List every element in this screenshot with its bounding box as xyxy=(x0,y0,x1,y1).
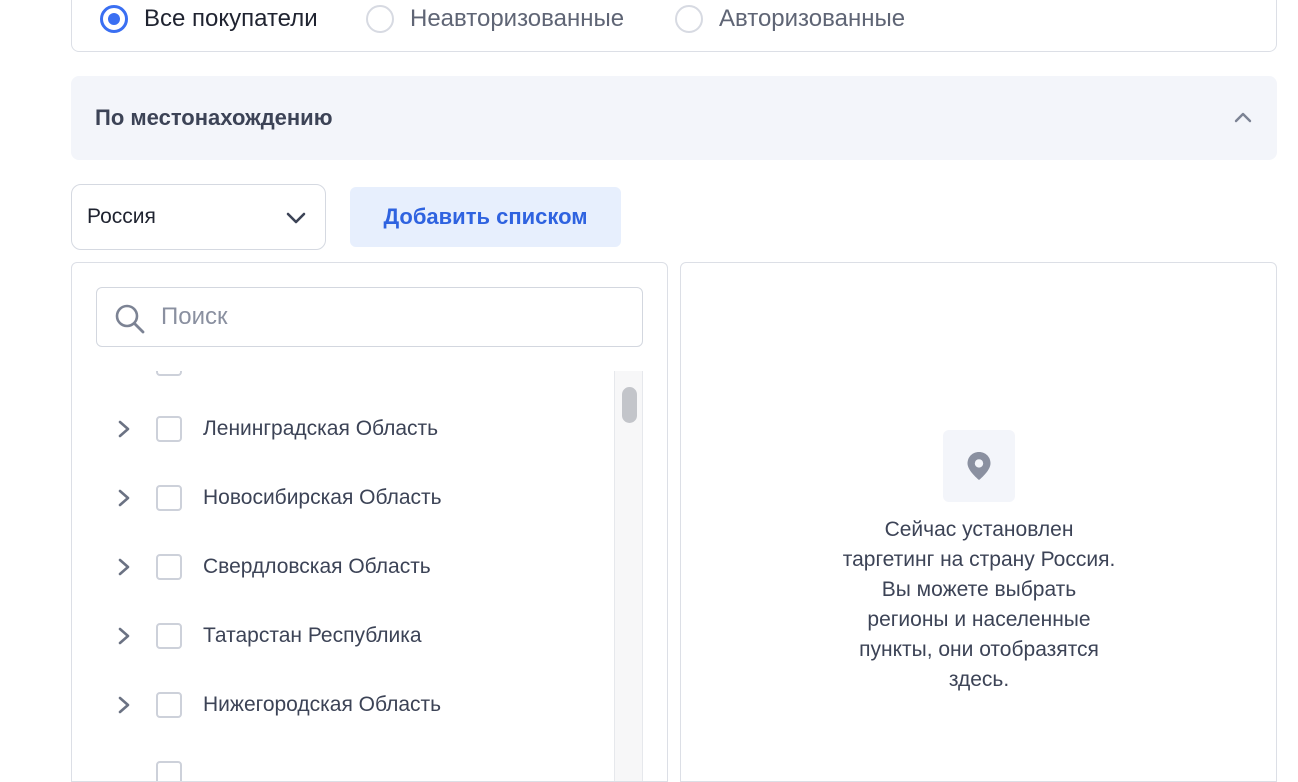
region-checkbox[interactable] xyxy=(156,484,182,511)
chevron-right-icon[interactable] xyxy=(116,695,132,715)
selected-regions-panel: Сейчас установлен таргетинг на страну Ро… xyxy=(680,262,1277,782)
region-label: Татарстан Республика xyxy=(203,623,422,647)
region-checkbox[interactable] xyxy=(156,553,182,580)
region-checkbox-partial[interactable] xyxy=(156,761,182,781)
chevron-up-icon[interactable] xyxy=(1233,108,1253,128)
chevron-right-icon[interactable] xyxy=(116,626,132,646)
region-label: Свердловская Область xyxy=(203,554,431,578)
location-section-title: По местонахождению xyxy=(95,105,333,130)
region-checkbox[interactable] xyxy=(156,415,182,442)
region-label: Ленинградская Область xyxy=(203,416,439,440)
audience-filter-card: Все покупатели Неавторизованные Авторизо… xyxy=(71,0,1277,52)
scrollbar[interactable] xyxy=(614,371,643,781)
add-list-button[interactable]: Добавить списком xyxy=(350,187,621,247)
radio-option-all-buyers[interactable]: Все покупатели xyxy=(100,5,318,33)
region-checkbox[interactable] xyxy=(156,691,182,718)
chevron-right-icon[interactable] xyxy=(116,488,132,508)
radio-option-unauthorized[interactable]: Неавторизованные xyxy=(366,5,624,33)
empty-state-icon-box xyxy=(943,430,1015,502)
empty-state-message: Сейчас установлен таргетинг на страну Ро… xyxy=(842,518,1116,691)
radio-button-authorized[interactable] xyxy=(675,5,703,33)
search-box[interactable] xyxy=(96,287,643,347)
chevron-down-icon xyxy=(286,212,306,224)
chevron-right-icon[interactable] xyxy=(116,557,132,577)
country-select-value: Россия xyxy=(87,205,156,228)
tree-row: Свердловская Область xyxy=(72,532,614,601)
radio-button-all-buyers[interactable] xyxy=(100,5,128,33)
radio-label-all-buyers: Все покупатели xyxy=(144,5,318,32)
location-section-header[interactable]: По местонахождению xyxy=(71,76,1277,160)
tree-row: Татарстан Республика xyxy=(72,601,614,670)
region-checkbox[interactable] xyxy=(156,622,182,649)
radio-label-authorized: Авторизованные xyxy=(719,5,906,32)
scrollbar-thumb[interactable] xyxy=(622,387,637,423)
radio-button-unauthorized[interactable] xyxy=(366,5,394,33)
region-picker-panel: Ленинградская Область Новосибирская Обла… xyxy=(71,262,668,782)
tree-row: Ленинградская Область xyxy=(72,394,614,463)
radio-label-unauthorized: Неавторизованные xyxy=(410,5,625,32)
location-pin-icon xyxy=(967,452,991,480)
tree-row: Нижегородская Область xyxy=(72,670,614,739)
radio-option-authorized[interactable]: Авторизованные xyxy=(675,5,905,33)
tree-row: Новосибирская Область xyxy=(72,463,614,532)
region-tree-list: Ленинградская Область Новосибирская Обла… xyxy=(72,371,614,781)
search-input[interactable] xyxy=(159,298,619,336)
region-label: Новосибирская Область xyxy=(203,485,442,509)
chevron-right-icon[interactable] xyxy=(116,419,132,439)
region-label: Нижегородская Область xyxy=(203,692,442,716)
region-checkbox-partial[interactable] xyxy=(156,371,182,376)
country-select[interactable]: Россия xyxy=(71,184,326,250)
search-icon xyxy=(115,304,145,334)
